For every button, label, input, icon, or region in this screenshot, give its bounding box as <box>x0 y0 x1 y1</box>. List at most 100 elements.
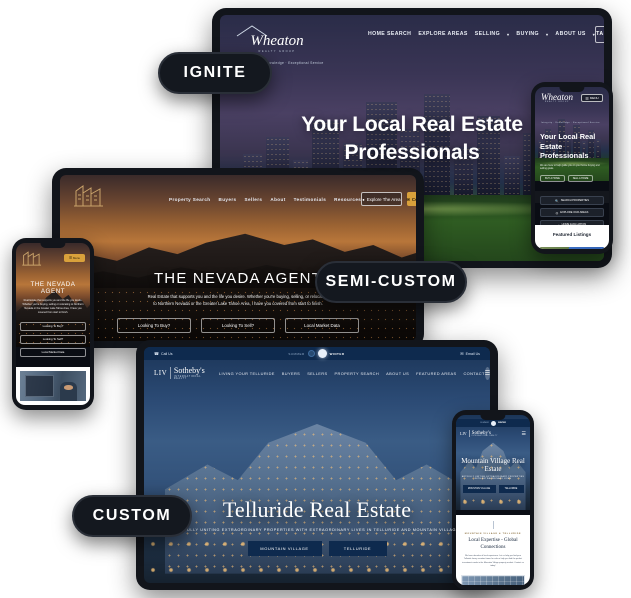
showcase-stage: Wheaton REALTY GROUP HOME SEARCH EXPLORE… <box>0 0 631 598</box>
email-us-link[interactable]: ✉ Email Us <box>460 351 480 356</box>
nav-item-buyers[interactable]: BUYERS <box>282 371 300 376</box>
nav-item-testimonials[interactable]: Testimonials <box>294 197 327 202</box>
call-us-link[interactable]: ☎ Call Us <box>154 351 173 356</box>
season-winter-label: WINTER <box>498 422 506 424</box>
listing-card-thumbnail[interactable]: $699,000 <box>540 247 604 249</box>
semicustom-tablet-screen: Property Search Buyers Sellers About Tes… <box>60 175 416 341</box>
sell-a-home-button[interactable]: SELL A HOME <box>568 175 593 183</box>
semicustom-navbar: Property Search Buyers Sellers About Tes… <box>60 182 416 216</box>
looking-to-sell-button[interactable]: Looking To Sell? <box>20 334 86 344</box>
nav-item-buying[interactable]: BUYING <box>516 31 539 37</box>
custom-mobile-hero-title: Mountain Village Real Estate <box>461 457 525 473</box>
season-toggle[interactable]: SUMMER WINTER <box>288 349 344 358</box>
contact-us-label: Contact Us <box>411 196 416 202</box>
sun-icon <box>307 350 315 357</box>
nav-item-about-us[interactable]: ABOUT US <box>555 31 585 37</box>
nav-item-property-search[interactable]: Property Search <box>169 197 211 202</box>
custom-mobile-card[interactable]: Are You Buying Otherwise? Buy With Us <box>461 574 525 585</box>
chevron-down-icon: ▾ <box>546 31 549 37</box>
nav-item-featured-areas[interactable]: FEATURED AREAS <box>416 371 456 376</box>
ignite-mobile-actions: 🔍 SEARCH PROPERTIES ◎ EXPLORE OUR AREAS … <box>535 191 609 229</box>
local-market-data-button[interactable]: Local Market Data <box>285 317 359 333</box>
explore-the-area-button[interactable]: ● Explore The Area <box>361 192 402 206</box>
ignite-phone-device: Wheaton REALTY GROUP ☰ MENU Integrity · … <box>531 82 613 254</box>
menu-toggle-button[interactable]: ☰ <box>484 366 490 380</box>
explore-our-areas-button[interactable]: ◎ EXPLORE OUR AREAS <box>540 208 604 217</box>
liv-mark[interactable]: LIV <box>460 431 467 436</box>
snowflake-icon[interactable] <box>491 420 496 426</box>
call-us-label: Call Us <box>160 351 173 356</box>
ignite-mobile-logo-sub: REALTY GROUP <box>544 101 570 104</box>
nav-item-selling[interactable]: SELLING <box>475 31 500 37</box>
mobile-menu-button[interactable]: ☰ Menu <box>64 254 85 262</box>
looking-to-buy-button[interactable]: Looking To Buy? <box>117 317 191 333</box>
semicustom-mobile-hero-title: THE NEVADA AGENT <box>30 281 76 295</box>
search-icon: 🔍 <box>555 198 559 203</box>
ignite-nav-links: HOME SEARCH EXPLORE AREAS SELLING ▾ BUYI… <box>368 31 595 37</box>
mountain-village-button[interactable]: MOUNTAIN VILLAGE <box>247 541 322 556</box>
sothebys-sub: INTERNATIONAL REALTY <box>173 375 202 380</box>
agent-portrait-photo <box>20 371 86 401</box>
custom-tablet-screen: ☎ Call Us SUMMER WINTER ✉ Email Us LIV S… <box>144 347 490 583</box>
semicustom-mobile-hero: THE NEVADA AGENT Real Estate that suppor… <box>20 281 86 357</box>
card-thumbnail <box>462 575 524 585</box>
custom-hero-sub: ARTFULLY UNITING EXTRAORDINARY PROPERTIE… <box>174 528 460 532</box>
buy-a-home-button[interactable]: BUY A HOME <box>540 175 565 183</box>
custom-topbar: ☎ Call Us SUMMER WINTER ✉ Email Us <box>144 347 490 360</box>
custom-mobile-section-para: We have decades of local experience. Let… <box>462 555 524 568</box>
season-summer-label: SUMMER <box>288 351 305 356</box>
nav-item-about-us[interactable]: ABOUT US <box>386 371 409 376</box>
looking-to-sell-button[interactable]: Looking To Sell? <box>201 317 275 333</box>
custom-mobile-navbar: LIV Sotheby's INTERNATIONAL REALTY ☰ <box>456 427 530 440</box>
search-properties-label: SEARCH PROPERTIES <box>560 199 589 202</box>
search-properties-button[interactable]: 🔍 SEARCH PROPERTIES <box>540 196 604 205</box>
nav-item-sellers[interactable]: Sellers <box>244 197 262 202</box>
telluride-button[interactable]: TELLURIDE <box>328 541 387 556</box>
badge-semi-custom[interactable]: SEMI-CUSTOM <box>315 261 467 303</box>
mobile-menu-button[interactable]: ☰ MENU <box>581 94 603 103</box>
looking-to-buy-button[interactable]: Looking To Buy? <box>20 321 86 331</box>
contact-us-button[interactable]: ✉ Contact Us <box>406 192 416 206</box>
mountain-village-button[interactable]: MOUNTAIN VILLAGE <box>462 485 496 493</box>
brand-divider <box>468 430 470 437</box>
nav-item-explore-areas[interactable]: EXPLORE AREAS <box>418 31 467 37</box>
custom-hero-title: Telluride Real Estate <box>222 497 412 522</box>
nav-item-contact[interactable]: CONTACT <box>463 371 484 376</box>
ignite-mobile-featured: Featured Listings $699,000 <box>535 225 609 249</box>
nav-item-about[interactable]: About <box>270 197 285 202</box>
ignite-mobile-tagline: Integrity · Knowledge · Exceptional Serv… <box>541 122 600 124</box>
hamburger-icon[interactable]: ☰ <box>522 431 526 437</box>
talk-to-an-expert-button[interactable]: TALK TO AN EXPERT <box>595 25 604 43</box>
custom-mobile-topbar: SUMMER WINTER <box>456 419 530 427</box>
ignite-mobile-hero: Your Local Real Estate Professionals We … <box>540 132 604 183</box>
mobile-menu-label: Menu <box>73 256 81 260</box>
explore-our-areas-label: EXPLORE OUR AREAS <box>560 211 589 214</box>
sothebys-brand[interactable]: LIV Sotheby's INTERNATIONAL REALTY <box>154 365 205 380</box>
nav-item-resources[interactable]: Resources <box>334 197 361 202</box>
custom-tablet-device: ☎ Call Us SUMMER WINTER ✉ Email Us LIV S… <box>136 340 498 590</box>
hamburger-icon: ☰ <box>484 370 490 377</box>
nav-item-property-search[interactable]: PROPERTY SEARCH <box>335 371 380 376</box>
telluride-button[interactable]: TELLURIDE <box>498 485 524 493</box>
custom-nav-links: LIVING YOUR TELLURIDE BUYERS SELLERS PRO… <box>219 371 485 376</box>
badge-ignite[interactable]: IGNITE <box>158 52 272 94</box>
local-market-data-button[interactable]: Local Market Data <box>20 347 86 357</box>
building-lines-icon <box>74 185 103 207</box>
compass-icon: ◎ <box>555 210 559 215</box>
envelope-icon: ✉ <box>460 351 464 356</box>
nav-item-buyers[interactable]: Buyers <box>219 197 237 202</box>
hamburger-icon: ☰ <box>68 256 73 260</box>
nav-item-home-search[interactable]: HOME SEARCH <box>368 31 411 37</box>
ignite-mobile-hero-sub: We are here to help guide you on your ho… <box>540 163 600 171</box>
brand-divider <box>170 367 171 379</box>
sothebys-name: Sotheby's <box>173 365 205 375</box>
nevada-agent-logo[interactable] <box>72 182 106 216</box>
building-lines-icon[interactable] <box>21 249 43 267</box>
ignite-mobile-logo[interactable]: Wheaton <box>541 92 573 101</box>
badge-custom[interactable]: CUSTOM <box>72 495 192 537</box>
season-winter-label: WINTER <box>329 351 345 356</box>
hamburger-icon: ☰ <box>585 95 589 101</box>
nav-item-living-your-telluride[interactable]: LIVING YOUR TELLURIDE <box>219 371 275 376</box>
nav-item-sellers[interactable]: SELLERS <box>307 371 327 376</box>
chevron-down-icon: ▾ <box>507 31 510 37</box>
